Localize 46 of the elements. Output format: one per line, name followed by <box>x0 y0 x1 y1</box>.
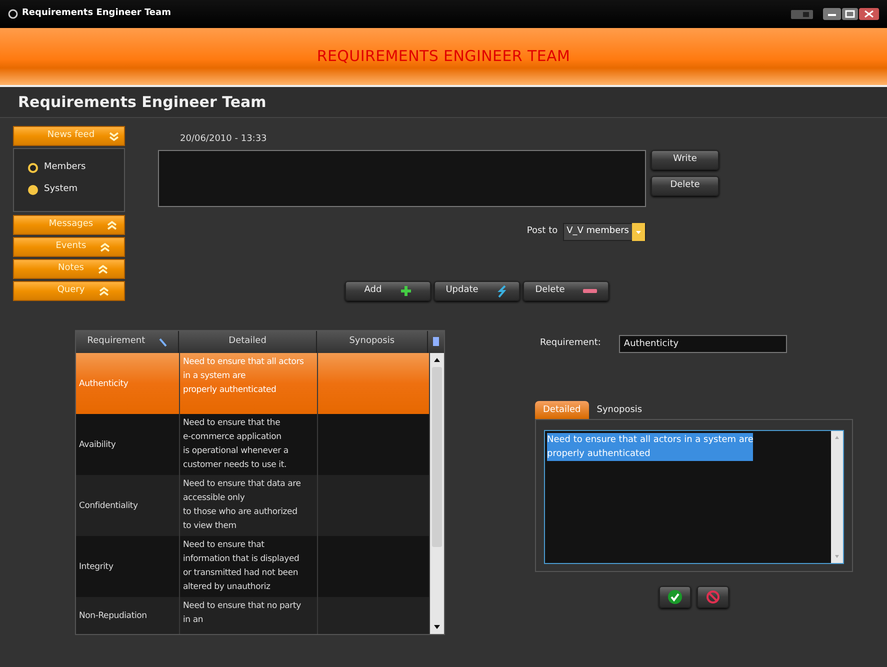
scrollbar-icon[interactable] <box>430 353 444 634</box>
table-cell: Need to ensure that data are accessible only to those who are authorized to view them <box>183 479 301 531</box>
requirement-field[interactable]: Authenticity <box>618 335 787 353</box>
table-row[interactable]: Non-Repudiation Need to ensure that no party in an <box>76 597 430 634</box>
minus-icon <box>582 288 597 294</box>
table-cell-text: Integrity <box>79 560 114 574</box>
table-cell: Need to ensure that information that is displayed or transmitted had not been altered by unauthoriz <box>183 540 300 592</box>
no-entry-icon <box>706 590 720 604</box>
scrollbar-icon[interactable] <box>831 431 843 563</box>
timestamp: 20/06/2010 - 13:33 <box>180 133 268 146</box>
checkmark-icon <box>668 590 682 604</box>
table-cell-text: Non-Repudiation <box>79 610 147 622</box>
radio-button[interactable] <box>28 185 38 195</box>
action-button[interactable]: Update <box>434 281 520 301</box>
feed-button[interactable]: Delete <box>651 176 719 196</box>
post-to-dropdown[interactable]: V_V members <box>562 223 646 241</box>
dropdown-icon <box>632 223 645 241</box>
confirm-button[interactable] <box>659 586 691 608</box>
window-title: Requirements Engineer Team <box>22 7 171 20</box>
radio-button[interactable] <box>28 163 38 173</box>
window-controls-icon[interactable] <box>823 7 879 21</box>
radio-label[interactable]: Members <box>44 161 86 175</box>
post-to-label: Post to <box>526 225 558 238</box>
table-cell: Need to ensure that no party in an <box>183 601 301 625</box>
page-title: Requirements Engineer Team <box>18 92 266 113</box>
selected-text: Need to ensure that all actors in a system are properly authenticated <box>547 433 754 461</box>
plus-icon <box>400 285 412 297</box>
table-row[interactable]: Integrity Need to ensure that information that is displayed or transmitted had not been altered by unauthoriz <box>76 536 430 597</box>
action-button[interactable]: Add <box>345 281 431 301</box>
table-cell: Need to ensure that the e-commerce application is operational whenever a customer needs to use it. <box>183 418 288 470</box>
window-menu-icon[interactable] <box>791 8 813 20</box>
app-icon <box>8 9 18 19</box>
table-cell: Need to ensure that all actors in a system are properly authenticated <box>183 357 304 395</box>
table-cell-text: Authenticity <box>79 378 128 390</box>
post-text-area[interactable] <box>158 150 646 207</box>
cancel-button[interactable] <box>697 586 729 608</box>
action-button[interactable]: Delete <box>523 281 609 301</box>
feed-button[interactable]: Write <box>651 150 719 170</box>
table-cell-text: Confidentiality <box>79 500 138 512</box>
table-row[interactable]: Avaibility Need to ensure that the e-commerce application is operational whenever a customer needs to use it. <box>76 414 430 475</box>
tab[interactable]: Synoposis <box>588 401 650 419</box>
table-cell-text: Avaibility <box>79 438 116 452</box>
requirement-label: Requirement: <box>540 337 601 350</box>
table-row[interactable]: Confidentiality Need to ensure that data are accessible only to those who are authorized to view them <box>76 475 430 536</box>
banner-title: REQUIREMENTS ENGINEER TEAM <box>316 46 570 68</box>
radio-label[interactable]: System <box>44 183 78 197</box>
